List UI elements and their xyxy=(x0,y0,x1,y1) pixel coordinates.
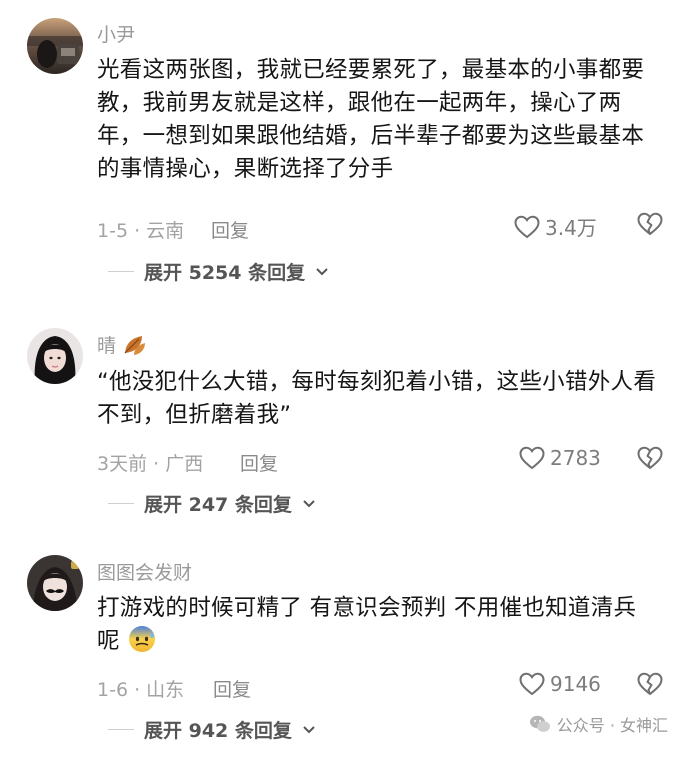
broken-heart-icon xyxy=(637,212,663,236)
date-location: 3天前 · 广西 xyxy=(97,453,204,475)
expand-replies[interactable]: 展开 5254 条回复 xyxy=(108,258,329,285)
username[interactable]: 图图会发财 xyxy=(97,558,192,585)
username[interactable]: 小尹 xyxy=(97,20,135,47)
heart-icon xyxy=(519,446,545,470)
date-location: 1-6 · 山东 xyxy=(97,679,185,701)
avatar-photo-icon xyxy=(27,18,83,74)
comment-text-content: 打游戏的时候可精了 有意识会预判 不用催也知道清兵呢 xyxy=(97,595,637,654)
reply-button[interactable]: 回复 xyxy=(240,449,278,476)
watermark-text: 公众号 · 女神汇 xyxy=(556,716,668,735)
divider xyxy=(108,728,134,731)
expand-replies-label: 展开 942 条回复 xyxy=(144,720,292,742)
divider xyxy=(108,270,134,273)
reply-button[interactable]: 回复 xyxy=(213,675,251,702)
comment-text: 光看这两张图，我就已经要累死了，最基本的小事都要教，我前男友就是这样，跟他在一起… xyxy=(97,57,645,182)
chevron-down-icon xyxy=(303,499,315,507)
expand-replies-label: 展开 247 条回复 xyxy=(144,494,292,516)
heart-icon xyxy=(519,672,545,696)
like-count: 3.4万 xyxy=(545,216,597,240)
dislike-button[interactable] xyxy=(637,212,663,240)
sweating-face-emoji-icon xyxy=(129,625,156,652)
watermark: 公众号 · 女神汇 xyxy=(529,712,668,736)
dislike-button[interactable] xyxy=(637,672,663,700)
expand-replies[interactable]: 展开 247 条回复 xyxy=(108,490,316,517)
like-button[interactable]: 2783 xyxy=(519,446,601,470)
broken-heart-icon xyxy=(637,672,663,696)
fallen-leaf-emoji-icon xyxy=(124,335,146,355)
expand-replies[interactable]: 展开 942 条回复 xyxy=(108,716,316,743)
date-location: 1-5 · 云南 xyxy=(97,220,185,242)
divider xyxy=(108,502,134,505)
like-count: 9146 xyxy=(550,672,601,696)
wechat-icon xyxy=(529,715,550,732)
like-button[interactable]: 9146 xyxy=(519,672,601,696)
expand-replies-label: 展开 5254 条回复 xyxy=(144,262,306,284)
username[interactable]: 晴 xyxy=(97,331,148,358)
comment-text: “他没犯什么大错，每时每刻犯着小错，这些小错外人看不到，但折磨着我” xyxy=(97,369,657,428)
avatar-photo-icon xyxy=(27,555,83,611)
like-button[interactable]: 3.4万 xyxy=(514,212,597,241)
username-text: 晴 xyxy=(97,335,117,357)
chevron-down-icon xyxy=(316,267,328,275)
reply-button[interactable]: 回复 xyxy=(211,216,249,243)
heart-icon xyxy=(514,215,540,238)
chevron-down-icon xyxy=(303,725,315,733)
avatar[interactable] xyxy=(27,555,83,611)
dislike-button[interactable] xyxy=(637,446,663,474)
avatar[interactable] xyxy=(27,328,83,384)
broken-heart-icon xyxy=(637,446,663,470)
avatar[interactable] xyxy=(27,18,83,74)
like-count: 2783 xyxy=(550,446,601,470)
comment-text: 打游戏的时候可精了 有意识会预判 不用催也知道清兵呢 xyxy=(97,592,657,658)
avatar-photo-icon xyxy=(27,328,83,384)
